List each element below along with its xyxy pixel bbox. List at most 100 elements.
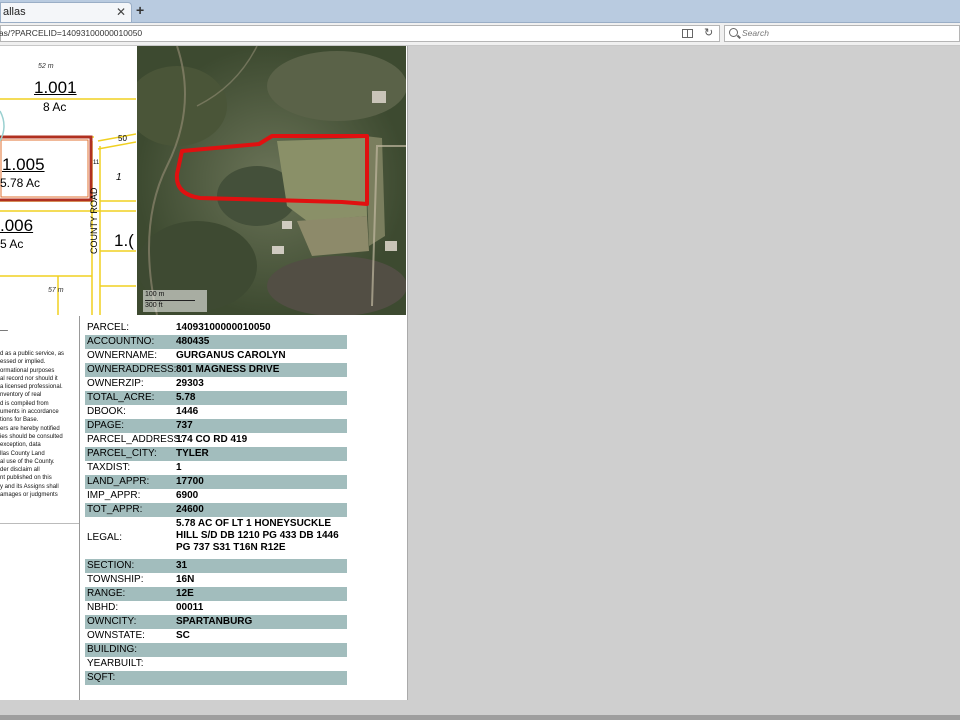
attribute-value: 5.78: [176, 392, 196, 403]
attribute-value: TYLER: [176, 448, 209, 459]
attribute-row: YEARBUILT:: [85, 657, 347, 671]
attribute-value: 801 MAGNESS DRIVE: [176, 364, 280, 375]
attribute-key: OWNSTATE:: [87, 630, 145, 641]
search-icon: [729, 28, 738, 37]
attribute-row: DPAGE: 737: [84, 418, 348, 434]
attribute-value: 1: [176, 462, 182, 473]
attribute-key: SECTION:: [87, 560, 135, 571]
divider: [0, 523, 79, 524]
attribute-key: PARCEL_ADDRESS:: [87, 434, 183, 445]
disclaimer-line: ers are hereby notified: [0, 425, 60, 432]
attribute-value: 6900: [176, 490, 199, 501]
measurement-label: 52 m: [38, 63, 54, 70]
attribute-row: PARCEL_CITY: TYLER: [84, 446, 348, 462]
attribute-value: 14093100000010050: [176, 322, 271, 333]
navigation-bar: las/?PARCELID=14093100000010050 ↻ Search: [0, 23, 960, 46]
attribute-row: OWNERNAME: GURGANUS CAROLYN: [85, 349, 347, 363]
attribute-row: OWNERADDRESS: 801 MAGNESS DRIVE: [84, 362, 348, 378]
road-label: 11: [93, 160, 100, 166]
disclaimer-line: d is compiled from: [0, 400, 49, 407]
attribute-key: OWNERZIP:: [87, 378, 144, 389]
attribute-key: LAND_APPR:: [87, 476, 150, 487]
disclaimer-title: _: [0, 316, 8, 332]
parcel-number-label: .006: [0, 216, 34, 235]
attribute-value: SC: [176, 630, 190, 641]
attribute-key: TOTAL_ACRE:: [87, 392, 155, 403]
scale-imperial-label: 300 ft: [145, 302, 163, 309]
attribute-value: 31: [176, 560, 188, 571]
attribute-row: TAXDIST: 1: [85, 461, 347, 475]
attribute-row: DBOOK: 1446: [85, 405, 347, 419]
browser-tab[interactable]: allas ✕: [0, 2, 132, 22]
aerial-imagery: [137, 46, 406, 315]
attribute-row: NBHD: 00011: [85, 601, 347, 615]
attribute-value: 16N: [176, 574, 195, 585]
parcel-map[interactable]: 52 m 1.001 8 Ac 50 1.005 5.78 Ac 11 1 CO…: [0, 46, 136, 315]
attribute-key: OWNCITY:: [87, 616, 137, 627]
disclaimer-line: al record nor should it: [0, 375, 58, 382]
attribute-value: 12E: [176, 588, 194, 599]
disclaimer-line: d as a public service, as: [0, 351, 65, 357]
attribute-row: LEGAL: 5.78 AC OF LT 1 HONEYSUCKLE HILL S…: [85, 518, 347, 558]
road-label: COUNTY ROAD: [89, 187, 99, 254]
attribute-key: TAXDIST:: [87, 462, 131, 473]
attribute-key: IMP_APPR:: [87, 490, 141, 501]
attribute-value: 174 CO RD 419: [176, 434, 248, 445]
close-icon[interactable]: ✕: [116, 5, 126, 19]
attribute-value: 5.78 AC OF LT 1 HONEYSUCKLE HILL S/D DB …: [176, 518, 339, 553]
attribute-key: RANGE:: [87, 588, 126, 599]
attribute-value: 1446: [176, 406, 199, 417]
attribute-value: 24600: [176, 504, 204, 515]
page-content: 52 m 1.001 8 Ac 50 1.005 5.78 Ac 11 1 CO…: [0, 46, 408, 700]
attribute-key: DPAGE:: [87, 420, 125, 431]
attribute-row: BUILDING:: [84, 642, 348, 658]
disclaimer-line: essed or implied.: [0, 359, 46, 366]
attribute-value: 00011: [176, 602, 204, 613]
disclaimer-line: ies should be consulted: [0, 433, 63, 440]
attribute-row: IMP_APPR: 6900: [85, 489, 347, 503]
scale-bar: 100 m 300 ft: [143, 290, 207, 312]
new-tab-icon[interactable]: +: [136, 2, 144, 18]
tab-title: allas: [3, 6, 26, 18]
disclaimer-line: a licensed professional.: [0, 384, 63, 391]
reload-icon[interactable]: ↻: [704, 26, 713, 39]
disclaimer-line: al use of the County.: [0, 458, 55, 465]
aerial-map[interactable]: 100 m 300 ft: [137, 46, 406, 315]
reader-view-icon[interactable]: [682, 29, 693, 38]
attribute-key: PARCEL:: [87, 322, 130, 333]
attribute-row: TOT_APPR: 24600: [84, 502, 348, 518]
attribute-row: PARCEL_ADDRESS: 174 CO RD 419: [85, 433, 347, 447]
attribute-value: SPARTANBURG: [176, 616, 253, 627]
attribute-value: 737: [176, 420, 193, 431]
attribute-row: OWNSTATE: SC: [85, 629, 347, 643]
parcel-acreage-label: 5.78 Ac: [0, 176, 41, 190]
attribute-row: TOWNSHIP: 16N: [85, 573, 347, 587]
disclaimer-line: amages or judgments: [0, 492, 58, 499]
disclaimer-line: nventory of real: [0, 392, 42, 399]
attribute-value: 17700: [176, 476, 204, 487]
attribute-key: DBOOK:: [87, 406, 126, 417]
attribute-row: LAND_APPR: 17700: [84, 474, 348, 490]
attribute-row: OWNERZIP: 29303: [85, 377, 347, 391]
attribute-key: OWNERADDRESS:: [87, 364, 177, 375]
road-label: 50: [118, 134, 127, 143]
attribute-key: ACCOUNTNO:: [87, 336, 155, 347]
attribute-row: SQFT:: [84, 670, 348, 686]
search-input[interactable]: Search: [724, 25, 960, 42]
parcel-number-label: 1.005: [2, 155, 45, 174]
tab-bar: allas ✕ +: [0, 0, 960, 23]
parcel-acreage-label: 5 Ac: [0, 237, 24, 251]
disclaimer-panel: _ d as a public service, as essed or impl…: [0, 316, 80, 700]
disclaimer-line: der disclaim all: [0, 467, 40, 474]
url-text: las/?PARCELID=14093100000010050: [0, 28, 143, 38]
scale-metric-label: 100 m: [145, 291, 165, 298]
attribute-key: YEARBUILT:: [87, 658, 144, 669]
attribute-key: NBHD:: [87, 602, 119, 613]
attribute-key: OWNERNAME:: [87, 350, 157, 361]
attribute-row: ACCOUNTNO: 480435: [84, 334, 348, 350]
attribute-key: PARCEL_CITY:: [87, 448, 157, 459]
address-bar[interactable]: las/?PARCELID=14093100000010050 ↻: [0, 25, 720, 42]
search-placeholder: Search: [742, 28, 769, 38]
disclaimer-line: tions for Base.: [0, 417, 39, 424]
parcel-number-label: 1.001: [34, 78, 77, 97]
